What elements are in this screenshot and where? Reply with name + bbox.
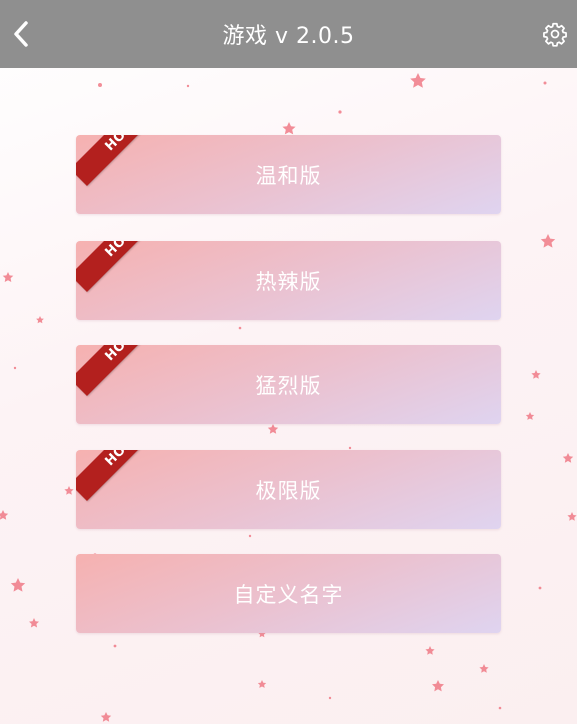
mode-label: 自定义名字 <box>233 582 344 607</box>
star-dot <box>498 706 502 710</box>
star-decoration <box>540 234 556 248</box>
star-decoration <box>10 578 26 592</box>
page-title: 游戏 v 2.0.5 <box>222 24 355 49</box>
gear-icon <box>543 22 567 47</box>
star-decoration <box>64 486 74 495</box>
star-dot <box>98 83 102 87</box>
star-decoration <box>562 453 574 463</box>
star-decoration <box>282 122 296 135</box>
star-decoration <box>36 316 44 324</box>
star-decoration <box>567 512 577 521</box>
star-dot <box>543 81 547 85</box>
hot-ribbon: HOT <box>76 135 179 186</box>
hot-ribbon: HOT <box>76 450 179 501</box>
mode-menu: HOT 温和版 HOT 热辣版 HOT 猛烈版 HOT 极限版 自定义名字 <box>76 135 501 660</box>
star-dot <box>538 586 542 590</box>
mode-button-gentle[interactable]: HOT 温和版 <box>76 135 501 214</box>
star-decoration <box>479 664 489 673</box>
mode-label: 热辣版 <box>255 269 322 294</box>
star-dot <box>328 696 332 700</box>
star-decoration <box>431 680 444 692</box>
mode-label: 温和版 <box>255 163 322 188</box>
star-dot <box>186 84 190 88</box>
mode-button-extreme[interactable]: HOT 极限版 <box>76 450 501 529</box>
mode-button-spicy[interactable]: HOT 热辣版 <box>76 241 501 320</box>
star-dot <box>13 366 17 370</box>
star-dot <box>338 110 342 114</box>
settings-button[interactable] <box>539 18 571 50</box>
star-decoration <box>2 272 14 282</box>
star-decoration <box>29 618 39 628</box>
custom-name-button[interactable]: 自定义名字 <box>76 554 501 633</box>
star-decoration <box>410 73 426 88</box>
hot-ribbon: HOT <box>76 345 179 396</box>
star-decoration <box>525 412 535 420</box>
star-decoration <box>0 510 9 520</box>
mode-label: 猛烈版 <box>255 373 322 398</box>
mode-label: 极限版 <box>255 478 322 503</box>
hot-ribbon: HOT <box>76 241 179 292</box>
star-decoration <box>100 712 112 722</box>
mode-button-intense[interactable]: HOT 猛烈版 <box>76 345 501 424</box>
star-decoration <box>531 370 541 379</box>
star-decoration <box>257 680 267 688</box>
app-header: 游戏 v 2.0.5 <box>0 0 577 68</box>
